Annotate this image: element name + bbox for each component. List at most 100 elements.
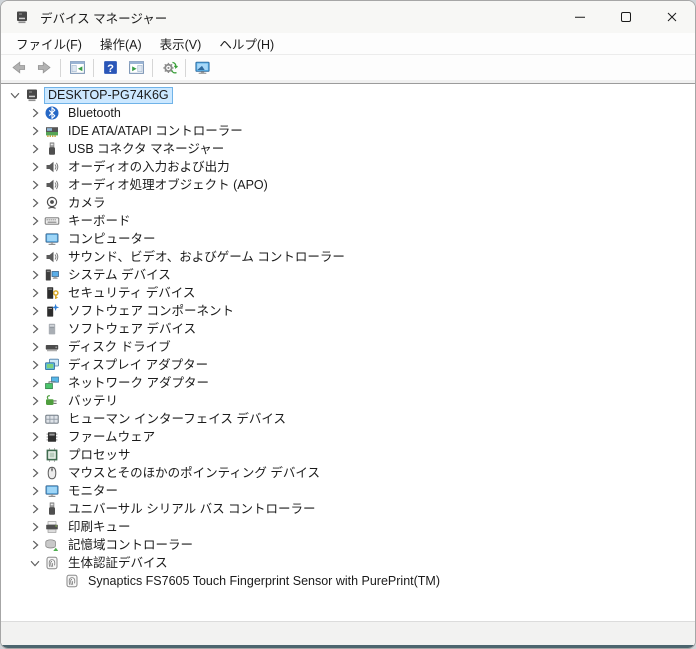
tree-item[interactable]: USB コネクタ マネージャー [1,140,695,158]
toolbar-back-button[interactable] [5,56,31,80]
chevron-right-icon[interactable] [27,519,43,535]
toolbar-console-tree-button[interactable] [64,56,90,80]
menu-help[interactable]: ヘルプ(H) [210,32,283,55]
computer-icon [23,87,40,103]
chevron-right-icon[interactable] [27,267,43,283]
tree-item[interactable]: ディスプレイ アダプター [1,356,695,374]
fingerprint-icon [63,573,80,589]
chevron-right-icon[interactable] [27,393,43,409]
disk-drive-icon [43,339,60,355]
chevron-right-icon[interactable] [27,321,43,337]
software-device-icon [43,321,60,337]
tree-item[interactable]: サウンド、ビデオ、およびゲーム コントローラー [1,248,695,266]
camera-icon [43,195,60,211]
tree-item[interactable]: Bluetooth [1,104,695,122]
tree-item[interactable]: ディスク ドライブ [1,338,695,356]
tree-item[interactable]: カメラ [1,194,695,212]
tree-item-label: 印刷キュー [68,519,131,534]
tree-item[interactable]: キーボード [1,212,695,230]
menu-action[interactable]: 操作(A) [91,32,151,55]
chevron-right-icon[interactable] [27,375,43,391]
tree-item[interactable]: ソフトウェア デバイス [1,320,695,338]
chevron-right-icon[interactable] [27,447,43,463]
device-tree: DESKTOP-PG74K6G Bluetooth IDE ATA/ATAPI コン… [1,83,695,621]
chevron-down-icon[interactable] [7,87,23,103]
toolbar-separator [185,58,186,77]
toolbar-action-pane-button[interactable] [123,56,149,80]
bluetooth-icon [43,105,60,121]
toolbar-forward-button[interactable] [31,56,57,80]
arrow-left-icon [10,60,27,76]
tree-item[interactable]: オーディオ処理オブジェクト (APO) [1,176,695,194]
chevron-right-icon[interactable] [27,159,43,175]
maximize-button[interactable] [603,1,649,33]
close-button[interactable] [649,1,695,33]
toolbar-remote-computer-button[interactable] [189,56,215,80]
tree-item[interactable]: コンピューター [1,230,695,248]
toolbar-scan-hardware-button[interactable] [156,56,182,80]
tree-item[interactable]: バッテリ [1,392,695,410]
chevron-right-icon[interactable] [27,123,43,139]
tree-item[interactable]: 記憶域コントローラー [1,536,695,554]
tree-item-label: Synaptics FS7605 Touch Fingerprint Senso… [88,573,441,588]
security-device-icon [43,285,60,301]
tree-item-label: IDE ATA/ATAPI コントローラー [68,123,243,138]
title-bar: デバイス マネージャー [1,1,695,33]
chevron-right-icon[interactable] [27,537,43,553]
tree-item[interactable]: プロセッサ [1,446,695,464]
chevron-right-icon[interactable] [27,357,43,373]
software-component-icon [43,303,60,319]
tree-item[interactable]: オーディオの入力および出力 [1,158,695,176]
tree-item-label: USB コネクタ マネージャー [68,141,225,156]
chevron-right-icon[interactable] [27,195,43,211]
toolbar: ? [1,55,695,83]
menu-view[interactable]: 表示(V) [151,32,211,55]
tree-item-label: バッテリ [68,393,119,408]
monitor-icon [43,231,60,247]
tree-item[interactable]: システム デバイス [1,266,695,284]
chevron-right-icon[interactable] [27,429,43,445]
chevron-right-icon[interactable] [27,483,43,499]
chevron-right-icon[interactable] [27,105,43,121]
chevron-right-icon[interactable] [27,285,43,301]
action-pane-icon [128,60,145,76]
tree-item-label: ネットワーク アダプター [68,375,209,390]
menu-file[interactable]: ファイル(F) [7,32,91,55]
device-manager-window: デバイス マネージャー ファイル(F) 操作(A) 表示(V) ヘルプ(H) ?… [0,0,696,649]
tree-item[interactable]: ネットワーク アダプター [1,374,695,392]
mouse-icon [43,465,60,481]
minimize-button[interactable] [557,1,603,33]
processor-icon [43,447,60,463]
tree-item[interactable]: ソフトウェア コンポーネント [1,302,695,320]
tree-item[interactable]: DESKTOP-PG74K6G [1,86,695,104]
chevron-right-icon[interactable] [27,465,43,481]
device-manager-icon [14,9,31,26]
chevron-right-icon[interactable] [27,411,43,427]
network-adapter-icon [43,375,60,391]
chevron-right-icon[interactable] [27,249,43,265]
tree-item[interactable]: ファームウェア [1,428,695,446]
tree-item[interactable]: マウスとそのほかのポインティング デバイス [1,464,695,482]
tree-item[interactable]: セキュリティ デバイス [1,284,695,302]
tree-item[interactable]: ユニバーサル シリアル バス コントローラー [1,500,695,518]
tree-item-label: プロセッサ [68,447,131,462]
tree-item[interactable]: モニター [1,482,695,500]
tree-item[interactable]: 生体認証デバイス [1,554,695,572]
chevron-right-icon[interactable] [27,177,43,193]
chevron-down-icon[interactable] [27,555,43,571]
chevron-right-icon[interactable] [27,231,43,247]
printer-icon [43,519,60,535]
chevron-right-icon[interactable] [27,303,43,319]
tree-item[interactable]: IDE ATA/ATAPI コントローラー [1,122,695,140]
tree-item[interactable]: ヒューマン インターフェイス デバイス [1,410,695,428]
toolbar-help-button[interactable]: ? [97,56,123,80]
tree-item-label: カメラ [68,195,106,210]
tree-item-label: セキュリティ デバイス [68,285,196,300]
tree-item[interactable]: Synaptics FS7605 Touch Fingerprint Senso… [1,572,695,590]
chevron-right-icon[interactable] [27,141,43,157]
tree-item[interactable]: 印刷キュー [1,518,695,536]
chevron-right-icon[interactable] [27,501,43,517]
chevron-right-icon[interactable] [27,213,43,229]
console-tree-icon [69,60,86,76]
chevron-right-icon[interactable] [27,339,43,355]
